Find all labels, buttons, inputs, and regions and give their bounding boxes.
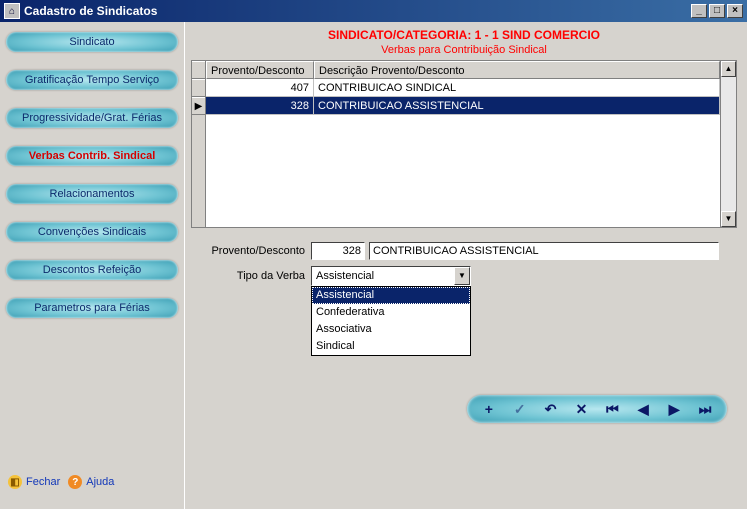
titlebar: ⌂ Cadastro de Sindicatos _ □ × [0, 0, 747, 22]
input-descricao[interactable]: CONTRIBUICAO ASSISTENCIAL [369, 242, 719, 260]
grid-col-descricao[interactable]: Descrição Provento/Desconto [314, 61, 720, 79]
sidebar-item-relacionamentos[interactable]: Relacionamentos [6, 184, 178, 204]
grid-cell-c1: 328 [206, 97, 314, 115]
nav-undo-icon[interactable]: ↶ [542, 401, 560, 418]
dropdown-option[interactable]: Assistencial [312, 287, 470, 304]
sidebar-item-descontos[interactable]: Descontos Refeição [6, 260, 178, 280]
grid-rowheader-0[interactable] [192, 79, 205, 97]
grid-verbas: ▶ Provento/Desconto Descrição Provento/D… [191, 60, 737, 228]
dropdown-tipo-verba: Assistencial Confederativa Associativa S… [311, 286, 471, 356]
close-button[interactable]: × [727, 4, 743, 18]
scroll-up-button[interactable]: ▲ [721, 61, 736, 77]
nav-last-icon[interactable]: ⏭ [696, 401, 714, 418]
sidebar: Sindicato Gratificação Tempo Serviço Pro… [0, 22, 185, 509]
grid-cell-c1: 407 [206, 79, 314, 97]
nav-prev-icon[interactable]: ◀ [634, 401, 652, 418]
sidebar-item-gratificacao[interactable]: Gratificação Tempo Serviço [6, 70, 178, 90]
sidebar-item-verbas-contrib[interactable]: Verbas Contrib. Sindical [6, 146, 178, 166]
maximize-button[interactable]: □ [709, 4, 725, 18]
sidebar-item-sindicato[interactable]: Sindicato [6, 32, 178, 52]
help-icon: ? [68, 475, 82, 489]
grid-scrollbar[interactable]: ▲ ▼ [720, 61, 736, 227]
sidebar-item-convencoes[interactable]: Convenções Sindicais [6, 222, 178, 242]
scroll-track[interactable] [721, 77, 736, 211]
header-verbas: Verbas para Contribuição Sindical [191, 44, 737, 56]
dropdown-option[interactable]: Associativa [312, 321, 470, 338]
fechar-label: Fechar [26, 476, 60, 488]
nav-ok-icon[interactable]: ✓ [511, 401, 529, 418]
grid-cell-c2: CONTRIBUICAO ASSISTENCIAL [314, 97, 720, 115]
nav-next-icon[interactable]: ▶ [665, 401, 683, 418]
form-verba: Provento/Desconto 328 CONTRIBUICAO ASSIS… [191, 242, 737, 286]
label-provento: Provento/Desconto [191, 245, 311, 257]
ajuda-button[interactable]: ? Ajuda [68, 475, 114, 489]
record-navigator: + ✓ ↶ ✕ ⏮ ◀ ▶ ⏭ [467, 395, 727, 423]
grid-corner [192, 61, 205, 79]
combo-value: Assistencial [312, 267, 454, 285]
dropdown-option[interactable]: Confederativa [312, 304, 470, 321]
grid-cell-c2: CONTRIBUICAO SINDICAL [314, 79, 720, 97]
combo-tipo-verba[interactable]: Assistencial ▼ Assistencial Confederativ… [311, 266, 471, 286]
sidebar-item-progressividade[interactable]: Progressividade/Grat. Férias [6, 108, 178, 128]
nav-delete-icon[interactable]: ✕ [573, 401, 591, 418]
minimize-button[interactable]: _ [691, 4, 707, 18]
dropdown-option[interactable]: Sindical [312, 338, 470, 355]
door-icon: ◧ [8, 475, 22, 489]
grid-col-provento[interactable]: Provento/Desconto [206, 61, 314, 79]
grid-row[interactable]: 328 CONTRIBUICAO ASSISTENCIAL [206, 97, 720, 115]
app-icon: ⌂ [4, 3, 20, 19]
label-tipo: Tipo da Verba [191, 270, 311, 282]
grid-row[interactable]: 407 CONTRIBUICAO SINDICAL [206, 79, 720, 97]
sidebar-item-parametros[interactable]: Parametros para Férias [6, 298, 178, 318]
fechar-button[interactable]: ◧ Fechar [8, 475, 60, 489]
nav-add-icon[interactable]: + [480, 401, 498, 417]
ajuda-label: Ajuda [86, 476, 114, 488]
chevron-down-icon[interactable]: ▼ [454, 267, 470, 285]
window-title: Cadastro de Sindicatos [24, 4, 691, 18]
header-sindicato: SINDICATO/CATEGORIA: 1 - 1 SIND COMERCIO [191, 28, 737, 42]
main-panel: SINDICATO/CATEGORIA: 1 - 1 SIND COMERCIO… [185, 22, 747, 509]
grid-rowheader-1[interactable]: ▶ [192, 97, 205, 115]
scroll-down-button[interactable]: ▼ [721, 211, 736, 227]
nav-first-icon[interactable]: ⏮ [603, 401, 621, 418]
input-codigo[interactable]: 328 [311, 242, 365, 260]
